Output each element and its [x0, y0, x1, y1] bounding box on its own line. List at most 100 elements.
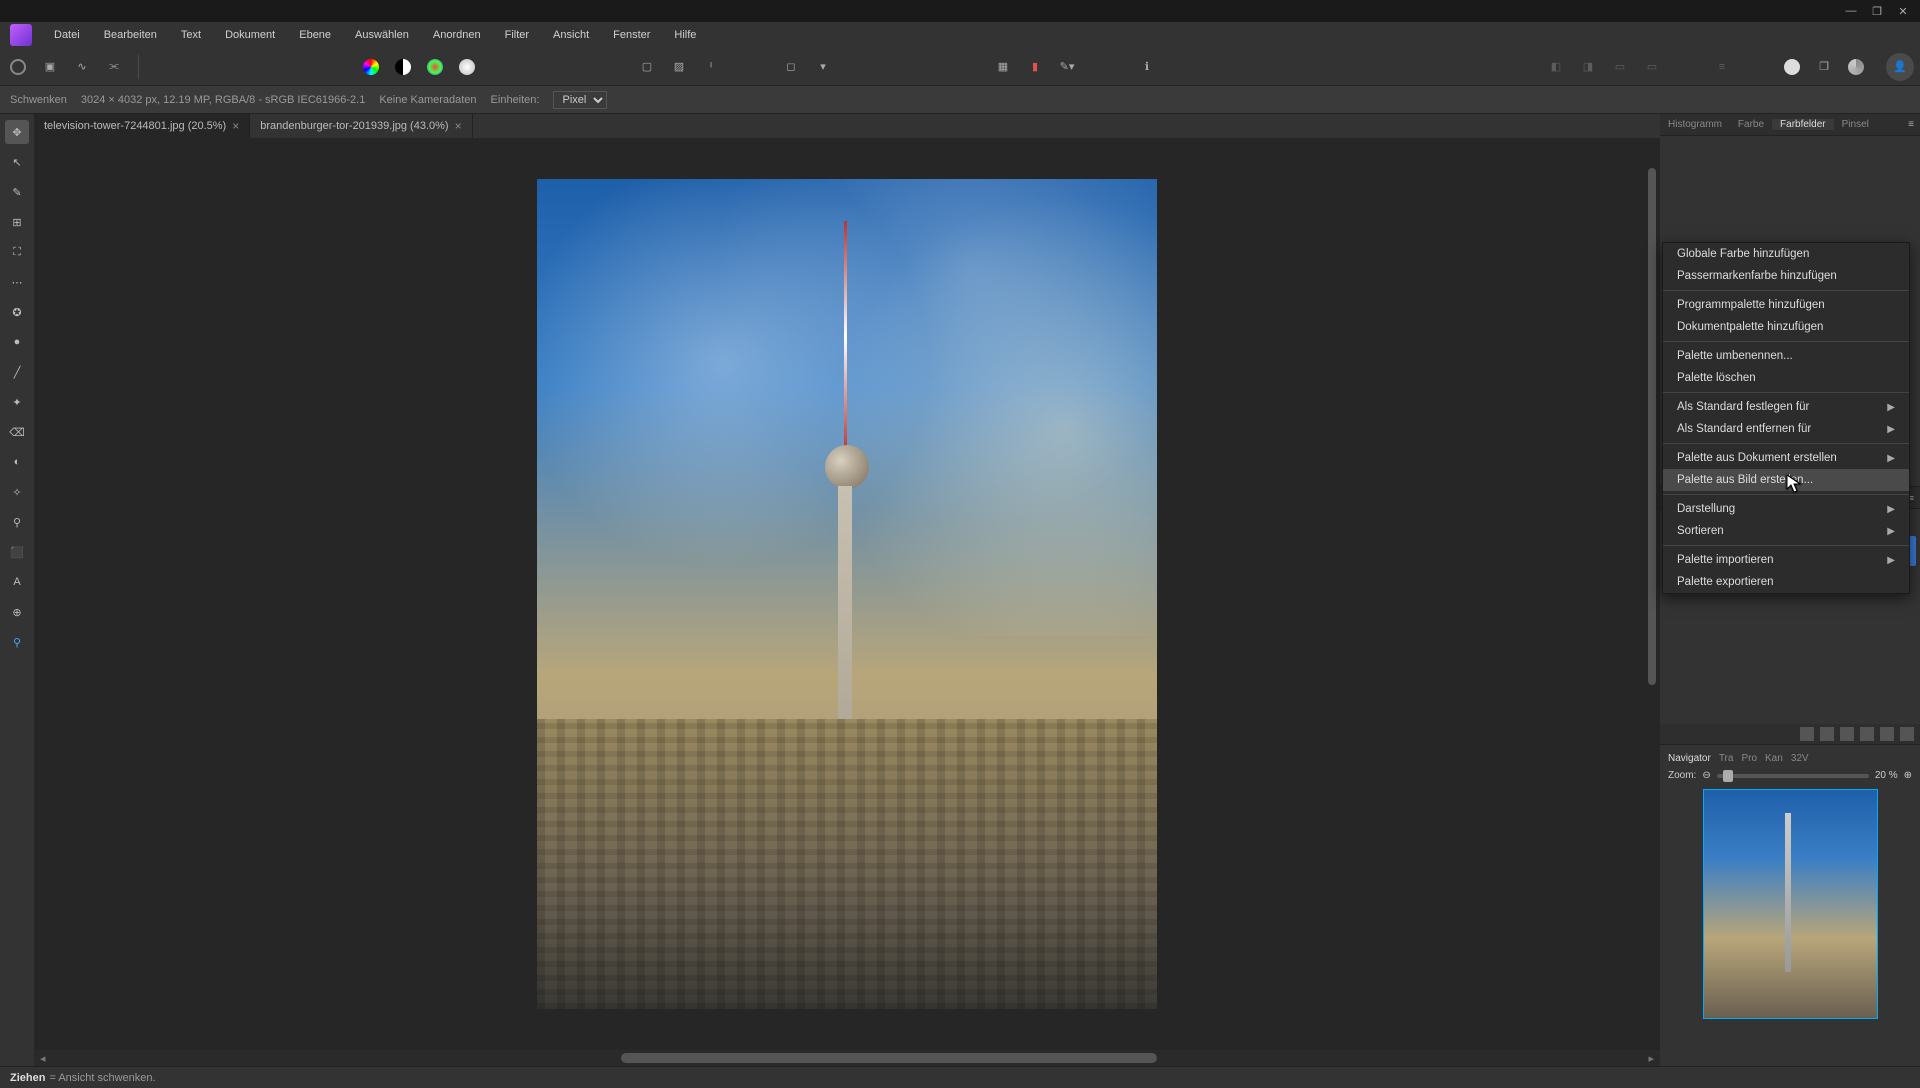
window-maximize-button[interactable]: ❐ [1864, 2, 1890, 20]
close-icon[interactable]: × [455, 119, 462, 133]
menu-palette-exportieren[interactable]: Palette exportieren [1663, 571, 1909, 593]
menu-hilfe[interactable]: Hilfe [664, 25, 706, 45]
menu-filter[interactable]: Filter [495, 25, 539, 45]
toolbar-soft-icon[interactable] [455, 55, 479, 79]
panel-menu-button[interactable]: ≡ [1902, 119, 1920, 130]
tool-text[interactable]: A [5, 570, 29, 594]
toolbar-grid-icon[interactable]: ▦ [991, 55, 1015, 79]
menu-anordnen[interactable]: Anordnen [423, 25, 491, 45]
menu-globale-farbe[interactable]: Globale Farbe hinzufügen [1663, 243, 1909, 265]
menu-ansicht[interactable]: Ansicht [543, 25, 599, 45]
vertical-scrollbar[interactable] [1648, 168, 1658, 1030]
toolbar-waveform-icon[interactable]: ∿ [70, 55, 94, 79]
toolbar-dropdown-icon[interactable]: ▾ [811, 55, 835, 79]
toolbar-assist-3-icon[interactable] [1844, 55, 1868, 79]
nav-tab-navigator[interactable]: Navigator [1668, 753, 1711, 764]
menu-passermarkenfarbe[interactable]: Passermarkenfarbe hinzufügen [1663, 265, 1909, 287]
toolbar-cube-icon[interactable]: ▣ [38, 55, 62, 79]
tool-zoom[interactable]: ⚲ [5, 630, 29, 654]
document-tab-1-title: television-tower-7244801.jpg (20.5%) [44, 120, 226, 132]
toolbar-marquee-off-icon[interactable]: ▨ [667, 55, 691, 79]
toolbar-hue-icon[interactable] [423, 55, 447, 79]
menu-fenster[interactable]: Fenster [603, 25, 660, 45]
toolbar-assist-2-icon[interactable]: ❐ [1812, 55, 1836, 79]
tool-brush[interactable]: ● [5, 330, 29, 354]
zoom-slider[interactable] [1717, 774, 1869, 778]
toolbar-disabled-2: ◨ [1576, 55, 1600, 79]
menu-palette-aus-dokument[interactable]: Palette aus Dokument erstellen▶ [1663, 447, 1909, 469]
zoom-out-button[interactable]: ⊖ [1702, 770, 1710, 781]
tool-hand[interactable]: ✥ [5, 120, 29, 144]
context-units-select[interactable]: Pixel [553, 91, 607, 109]
tool-selection[interactable]: ⛶ [5, 240, 29, 264]
menu-auswaehlen[interactable]: Auswählen [345, 25, 419, 45]
menu-sortieren[interactable]: Sortieren▶ [1663, 520, 1909, 542]
menu-darstellung[interactable]: Darstellung▶ [1663, 498, 1909, 520]
menu-bearbeiten[interactable]: Bearbeiten [94, 25, 167, 45]
account-avatar-icon[interactable]: 👤 [1886, 53, 1914, 81]
toolbar-colorwheel-icon[interactable] [359, 55, 383, 79]
toolbar-target-icon[interactable] [6, 55, 30, 79]
toolbar-contrast-icon[interactable] [391, 55, 415, 79]
right-panels: Histogramm Farbe Farbfelder Pinsel ≡ Anp… [1660, 114, 1920, 1066]
panel-tab-farbfelder[interactable]: Farbfelder [1772, 119, 1834, 130]
toolbar-quicklook-icon[interactable]: ◻ [779, 55, 803, 79]
panel-tab-farbe[interactable]: Farbe [1730, 119, 1772, 130]
menu-palette-loeschen[interactable]: Palette löschen [1663, 367, 1909, 389]
toolbar-marquee-icon[interactable]: ▢ [635, 55, 659, 79]
panel-tab-histogramm[interactable]: Histogramm [1660, 119, 1730, 130]
menu-programmpalette[interactable]: Programmpalette hinzufügen [1663, 294, 1909, 316]
context-units-label: Einheiten: [491, 94, 540, 106]
menu-dokument[interactable]: Dokument [215, 25, 285, 45]
tool-shape[interactable]: ⬛ [5, 540, 29, 564]
tool-flood[interactable]: ✪ [5, 300, 29, 324]
tool-dodge[interactable]: ◐ [5, 450, 29, 474]
tool-line[interactable]: ╱ [5, 360, 29, 384]
layer-group-icon[interactable] [1860, 727, 1874, 741]
navigator-thumbnail[interactable] [1703, 789, 1878, 1019]
window-close-button[interactable]: ✕ [1890, 2, 1916, 20]
window-minimize-button[interactable]: — [1838, 2, 1864, 20]
toolbar-text-select-icon[interactable]: ᴵ [699, 55, 723, 79]
submenu-arrow-icon: ▶ [1887, 453, 1895, 464]
layer-add-icon[interactable] [1880, 727, 1894, 741]
document-tab-2[interactable]: brandenburger-tor-201939.jpg (43.0%) × [250, 114, 472, 138]
tool-color-picker[interactable]: ✎ [5, 180, 29, 204]
toolbar-assist-1-icon[interactable] [1780, 55, 1804, 79]
menu-palette-importieren[interactable]: Palette importieren▶ [1663, 549, 1909, 571]
toolbar-info-icon[interactable]: ℹ [1135, 55, 1159, 79]
menu-dokumentpalette[interactable]: Dokumentpalette hinzufügen [1663, 316, 1909, 338]
nav-tab-kan[interactable]: Kan [1765, 753, 1783, 764]
menu-palette-umbenennen[interactable]: Palette umbenennen... [1663, 345, 1909, 367]
layer-mask-icon[interactable] [1800, 727, 1814, 741]
submenu-arrow-icon: ▶ [1887, 424, 1895, 435]
horizontal-scrollbar[interactable]: ◂ ▸ [34, 1050, 1660, 1066]
menu-standard-entfernen[interactable]: Als Standard entfernen für▶ [1663, 418, 1909, 440]
close-icon[interactable]: × [232, 119, 239, 133]
toolbar-flag-icon[interactable]: ▮ [1023, 55, 1047, 79]
menu-standard-festlegen[interactable]: Als Standard festlegen für▶ [1663, 396, 1909, 418]
tool-crop[interactable]: ⊞ [5, 210, 29, 234]
layer-adjust-icon[interactable] [1820, 727, 1834, 741]
layer-fx-icon[interactable] [1840, 727, 1854, 741]
menu-text[interactable]: Text [171, 25, 211, 45]
tool-smudge[interactable]: ⚲ [5, 510, 29, 534]
tool-marquee[interactable]: ⋯ [5, 270, 29, 294]
nav-tab-32v[interactable]: 32V [1791, 753, 1809, 764]
tool-mesh[interactable]: ⊕ [5, 600, 29, 624]
tool-heal[interactable]: ✦ [5, 390, 29, 414]
toolbar-share-icon[interactable]: ⫘ [102, 55, 126, 79]
menu-datei[interactable]: Datei [44, 25, 90, 45]
canvas[interactable] [34, 138, 1660, 1050]
zoom-in-button[interactable]: ⊕ [1904, 770, 1912, 781]
menu-ebene[interactable]: Ebene [289, 25, 341, 45]
layer-delete-icon[interactable] [1900, 727, 1914, 741]
tool-erase[interactable]: ⌫ [5, 420, 29, 444]
nav-tab-pro[interactable]: Pro [1741, 753, 1757, 764]
document-tab-1[interactable]: television-tower-7244801.jpg (20.5%) × [34, 114, 250, 138]
tool-move[interactable]: ↖ [5, 150, 29, 174]
nav-tab-tra[interactable]: Tra [1719, 753, 1734, 764]
tool-clone[interactable]: ✧ [5, 480, 29, 504]
toolbar-brush-icon[interactable]: ✎▾ [1055, 55, 1079, 79]
panel-tab-pinsel[interactable]: Pinsel [1834, 119, 1877, 130]
